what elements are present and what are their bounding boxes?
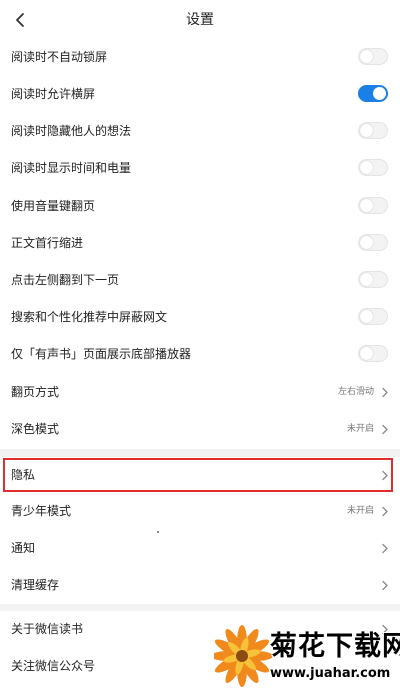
setting-label: 清理缓存 bbox=[11, 578, 60, 592]
toggle-switch[interactable] bbox=[358, 345, 388, 362]
toggle-knob bbox=[360, 273, 373, 286]
toggle-switch[interactable] bbox=[358, 85, 388, 102]
toggle-switch[interactable] bbox=[358, 234, 388, 251]
flower-logo-icon bbox=[214, 625, 273, 687]
setting-value: 左右滑动 bbox=[337, 387, 374, 397]
watermark-title: 菊花下载网 bbox=[270, 631, 400, 662]
setting-row-allow-landscape: 阅读时允许横屏 bbox=[0, 76, 400, 113]
setting-label: 关于微信读书 bbox=[11, 622, 84, 636]
nav-bar: 设置 bbox=[0, 0, 400, 40]
toggle-knob bbox=[360, 236, 373, 249]
setting-value: 未开启 bbox=[346, 424, 374, 434]
toggle-knob bbox=[360, 347, 373, 360]
setting-row-no-autolock: 阅读时不自动锁屏 bbox=[0, 39, 400, 76]
setting-row-first-line-indent: 正文首行缩进 bbox=[0, 225, 400, 262]
setting-label: 使用音量键翻页 bbox=[11, 199, 96, 213]
setting-label: 关注微信公众号 bbox=[11, 659, 96, 673]
toggle-switch[interactable] bbox=[358, 48, 388, 65]
toggle-knob bbox=[373, 87, 386, 100]
toggle-switch[interactable] bbox=[358, 122, 388, 139]
setting-label: 青少年模式 bbox=[11, 504, 72, 518]
setting-row-block-web-novels: 搜索和个性化推荐中屏蔽网文 bbox=[0, 299, 400, 336]
setting-row-clear-cache[interactable]: 清理缓存 bbox=[0, 567, 400, 604]
chevron-right-icon bbox=[382, 387, 388, 398]
toggle-knob bbox=[360, 310, 373, 323]
section-separator bbox=[0, 449, 400, 457]
setting-row-notifications[interactable]: 通知 bbox=[0, 530, 400, 567]
chevron-left-icon bbox=[16, 13, 24, 27]
setting-row-show-time-battery: 阅读时显示时间和电量 bbox=[0, 150, 400, 187]
toggle-switch[interactable] bbox=[358, 271, 388, 288]
setting-row-audiobook-player: 仅「有声书」页面展示底部播放器 bbox=[0, 336, 400, 373]
watermark: 菊花下载网 www.juahar.com bbox=[212, 618, 400, 695]
toggle-switch[interactable] bbox=[358, 308, 388, 325]
setting-label: 通知 bbox=[11, 541, 36, 555]
setting-label: 搜索和个性化推荐中屏蔽网文 bbox=[11, 310, 168, 324]
page-title: 设置 bbox=[186, 12, 214, 28]
setting-row-dark-mode[interactable]: 深色模式 未开启 bbox=[0, 411, 400, 448]
setting-label: 阅读时显示时间和电量 bbox=[11, 161, 132, 175]
setting-value: 未开启 bbox=[346, 506, 374, 516]
setting-label: 仅「有声书」页面展示底部播放器 bbox=[11, 347, 192, 361]
setting-row-teen-mode[interactable]: 青少年模式 未开启 bbox=[0, 493, 400, 530]
privacy-highlight-box bbox=[3, 458, 393, 492]
setting-label: 阅读时不自动锁屏 bbox=[11, 50, 108, 64]
back-button[interactable] bbox=[8, 8, 32, 32]
toggle-knob bbox=[360, 199, 373, 212]
toggle-knob bbox=[360, 50, 373, 63]
watermark-url: www.juahar.com bbox=[270, 666, 391, 681]
setting-label: 阅读时允许横屏 bbox=[11, 87, 96, 101]
setting-label: 翻页方式 bbox=[11, 385, 60, 399]
toggle-switch[interactable] bbox=[358, 197, 388, 214]
chevron-right-icon bbox=[382, 580, 388, 591]
chevron-right-icon bbox=[382, 424, 388, 435]
setting-row-volume-page-turn: 使用音量键翻页 bbox=[0, 188, 400, 225]
chevron-right-icon bbox=[382, 506, 388, 517]
setting-label: 正文首行缩进 bbox=[11, 236, 84, 250]
setting-row-hide-thoughts: 阅读时隐藏他人的想法 bbox=[0, 113, 400, 150]
toggle-switch[interactable] bbox=[358, 159, 388, 176]
toggle-knob bbox=[360, 161, 373, 174]
setting-row-tap-left-next: 点击左侧翻到下一页 bbox=[0, 262, 400, 299]
stray-dot bbox=[157, 531, 159, 533]
chevron-right-icon bbox=[382, 543, 388, 554]
setting-label: 阅读时隐藏他人的想法 bbox=[11, 124, 132, 138]
setting-label: 深色模式 bbox=[11, 422, 60, 436]
toggle-knob bbox=[360, 124, 373, 137]
setting-label: 点击左侧翻到下一页 bbox=[11, 273, 120, 287]
setting-row-page-turn-mode[interactable]: 翻页方式 左右滑动 bbox=[0, 374, 400, 411]
